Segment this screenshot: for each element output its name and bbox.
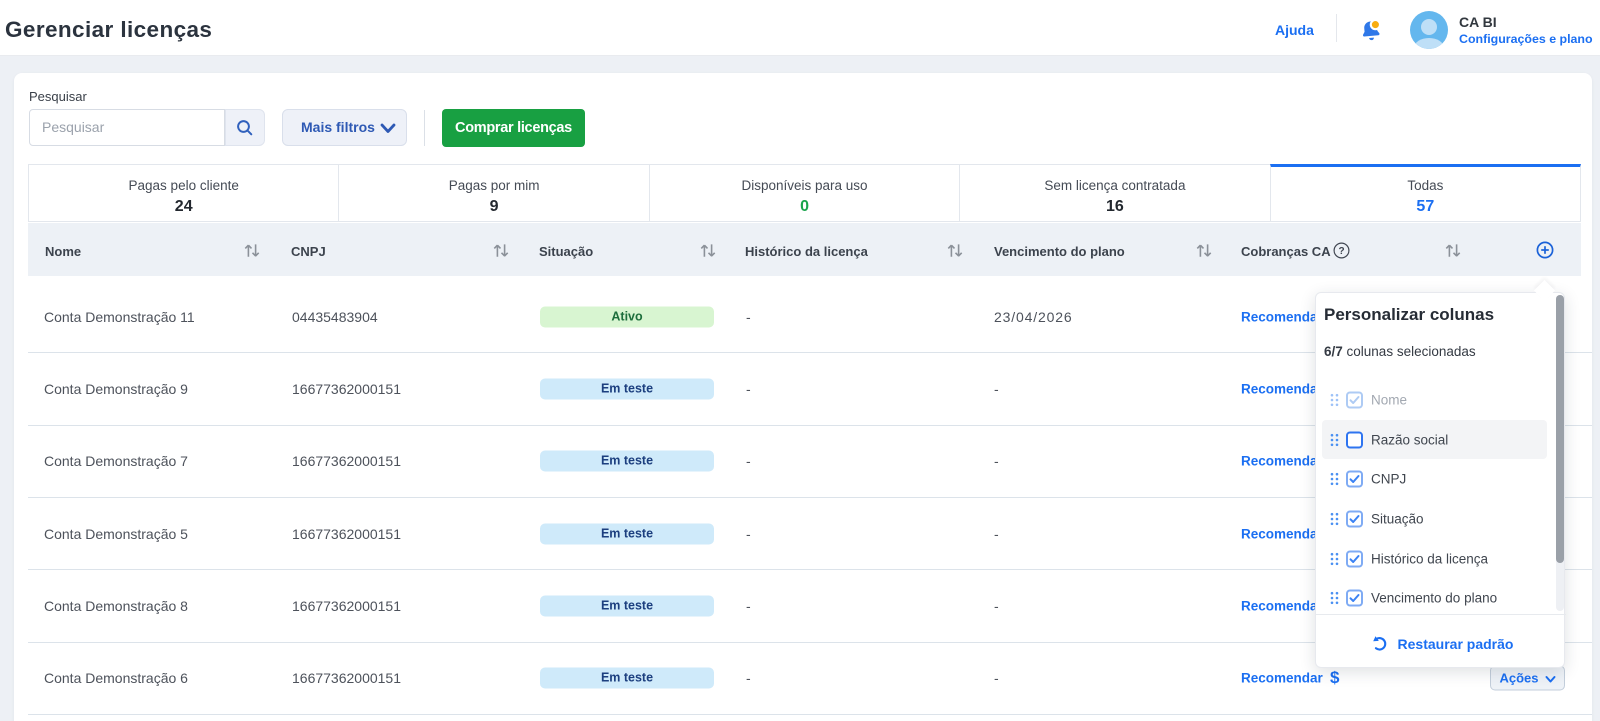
svg-text:?: ? — [1338, 246, 1344, 257]
